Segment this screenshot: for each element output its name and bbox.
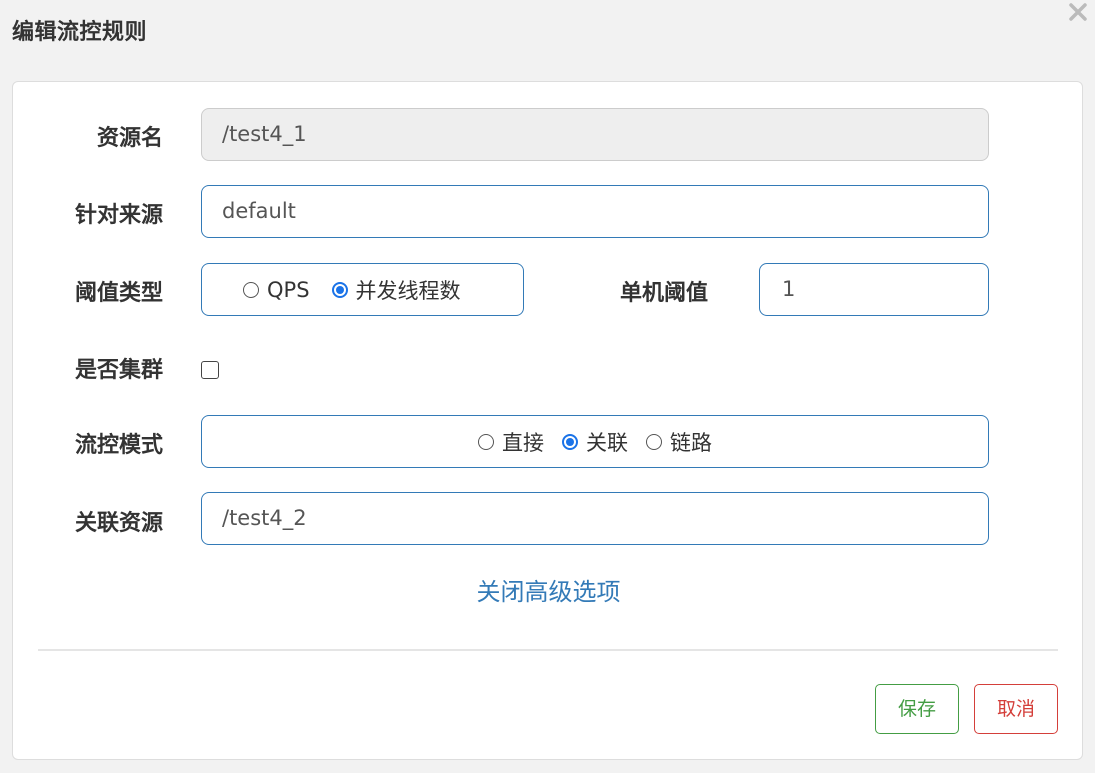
- limit-app-input[interactable]: default: [201, 185, 989, 238]
- cancel-button[interactable]: 取消: [974, 684, 1058, 734]
- form-panel: 资源名 /test4_1 针对来源 default 阈值类型 QPS 并发线程数…: [12, 81, 1083, 760]
- resource-name-input: /test4_1: [201, 108, 989, 161]
- control-mode-radio-group: 直接 关联 链路: [201, 415, 989, 468]
- footer-divider: [38, 649, 1058, 651]
- dialog-title: 编辑流控规则: [12, 20, 148, 45]
- edit-flow-rule-dialog: 编辑流控规则 资源名 /test4_1 针对来源 default 阈值类型 QP…: [0, 0, 1095, 773]
- control-mode-relate-option[interactable]: 关联: [562, 427, 628, 457]
- radio-checked-icon: [562, 433, 578, 450]
- radio-unchecked-icon: [646, 433, 662, 450]
- ref-resource-label: 关联资源: [74, 511, 163, 536]
- threshold-type-qps-option[interactable]: QPS: [243, 278, 310, 302]
- ref-resource-input[interactable]: /test4_2: [201, 492, 989, 545]
- resource-name-label: 资源名: [96, 126, 163, 151]
- radio-unchecked-icon: [243, 281, 259, 298]
- radio-unchecked-icon: [478, 433, 494, 450]
- threshold-type-radio-group: QPS 并发线程数: [201, 263, 524, 316]
- close-advanced-options-link[interactable]: 关闭高级选项: [13, 572, 1084, 607]
- control-mode-chain-label: 链路: [670, 430, 712, 455]
- control-mode-direct-option[interactable]: 直接: [478, 427, 544, 457]
- threshold-type-qps-label: QPS: [267, 277, 310, 302]
- control-mode-relate-label: 关联: [586, 430, 628, 455]
- threshold-type-label: 阈值类型: [74, 281, 163, 306]
- single-threshold-input[interactable]: 1: [759, 263, 989, 316]
- control-mode-chain-option[interactable]: 链路: [646, 427, 712, 457]
- control-mode-direct-label: 直接: [502, 430, 544, 455]
- single-threshold-label: 单机阈值: [619, 281, 708, 306]
- cluster-label: 是否集群: [74, 358, 163, 383]
- radio-checked-icon: [331, 281, 348, 298]
- threshold-type-threads-label: 并发线程数: [355, 278, 461, 303]
- control-mode-label: 流控模式: [74, 433, 163, 458]
- threshold-type-threads-option[interactable]: 并发线程数: [331, 275, 461, 305]
- limit-app-label: 针对来源: [74, 203, 163, 228]
- close-icon[interactable]: [1066, 0, 1090, 24]
- save-button[interactable]: 保存: [875, 684, 959, 734]
- cluster-checkbox[interactable]: [201, 361, 219, 379]
